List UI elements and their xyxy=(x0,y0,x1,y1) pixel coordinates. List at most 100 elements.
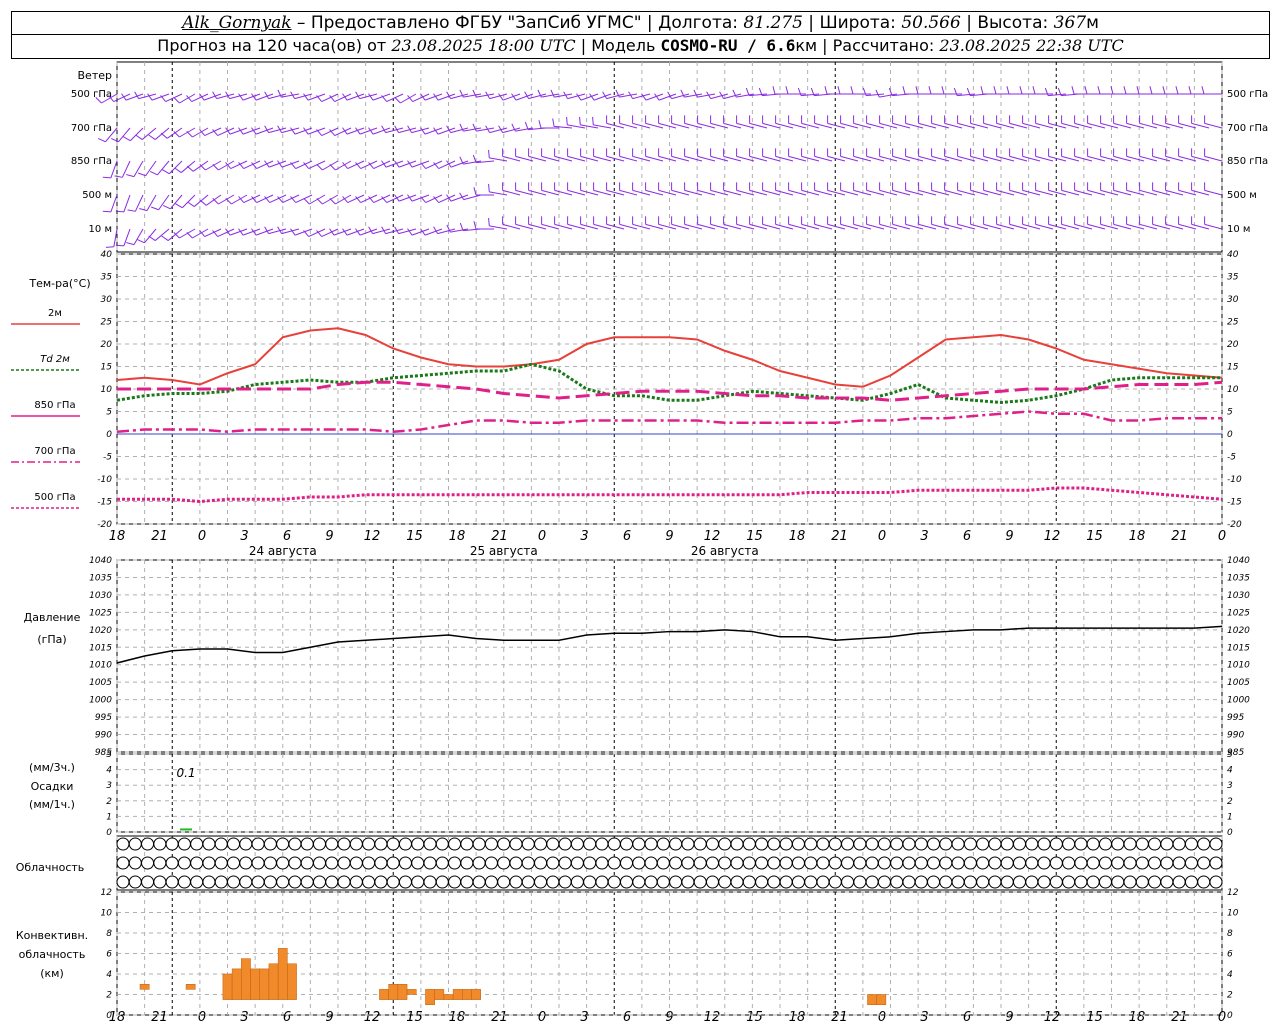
cloud-symbol xyxy=(1000,856,1014,870)
pressure-tick-left: 1035 xyxy=(89,573,112,583)
cloud-symbol xyxy=(1086,856,1100,870)
cloud-symbol xyxy=(386,875,400,889)
conv-bar xyxy=(268,963,279,1000)
wind-barb xyxy=(334,127,352,137)
time-tick-bottom: 0 xyxy=(538,1010,546,1024)
cloud-symbol xyxy=(951,875,965,889)
conv-bar xyxy=(231,968,242,1000)
cloud-symbol xyxy=(128,856,142,870)
cloud-symbol xyxy=(927,875,941,889)
temp-tick-left: 5 xyxy=(106,408,112,418)
cloud-symbol xyxy=(607,856,621,870)
cloud-symbol xyxy=(153,856,167,870)
conv-bar xyxy=(250,968,260,1000)
wind-barb-flag xyxy=(238,93,244,101)
cloud-symbol xyxy=(128,875,142,889)
conv-label-2: облачность xyxy=(19,948,86,961)
cloud-symbol xyxy=(570,875,584,889)
cloud-symbol xyxy=(312,875,326,889)
cloud-symbol xyxy=(546,875,560,889)
conv-bar xyxy=(388,984,399,1000)
temp-tick-right: 20 xyxy=(1227,340,1239,350)
time-tick: 12 xyxy=(704,529,721,544)
cloud-symbol xyxy=(398,837,412,851)
cloud-symbol xyxy=(583,856,597,870)
wind-barb xyxy=(217,228,235,238)
wind-barb-flag xyxy=(745,87,750,96)
cloud-symbol xyxy=(1062,856,1076,870)
cloud-symbol xyxy=(165,837,179,851)
cloud-symbol xyxy=(509,837,523,851)
cloud-symbol xyxy=(988,856,1002,870)
precip-tick-right: 4 xyxy=(1227,766,1233,776)
temp-tick-left: 0 xyxy=(106,430,112,440)
cloud-symbol xyxy=(1025,837,1039,851)
wind-barb-flag xyxy=(1123,86,1127,95)
cloud-symbol xyxy=(816,837,830,851)
cloud-symbol xyxy=(1098,837,1112,851)
conv-tick-right: 10 xyxy=(1227,909,1239,919)
pressure-tick-left: 995 xyxy=(95,713,112,723)
temp-tick-right: -15 xyxy=(1227,498,1242,508)
cloud-symbol xyxy=(656,856,670,870)
pressure-title: Давление xyxy=(24,611,81,624)
temp-tick-left: 25 xyxy=(101,318,113,328)
precip-tick-left: 5 xyxy=(106,750,112,760)
conv-bar xyxy=(434,989,445,1000)
cloud-symbol xyxy=(349,837,363,851)
cloud-symbol xyxy=(890,856,904,870)
cloud-symbol xyxy=(190,875,204,889)
wind-barb-flag xyxy=(1084,86,1088,95)
wind-barb-flag xyxy=(186,165,194,172)
cloud-symbol xyxy=(116,856,130,870)
cloud-symbol xyxy=(1074,875,1088,889)
precip-tick-right: 0 xyxy=(1227,828,1233,838)
time-tick-bottom: 18 xyxy=(789,1010,806,1024)
precip-tick-right: 5 xyxy=(1227,750,1233,760)
conv-bar xyxy=(241,958,251,1000)
cloud-symbol xyxy=(128,837,142,851)
time-tick-bottom: 3 xyxy=(580,1010,588,1024)
wind-barb xyxy=(438,194,456,204)
wind-level-right: 850 гПа xyxy=(1227,156,1268,167)
cloud-symbol xyxy=(632,875,646,889)
time-tick-bottom: 0 xyxy=(198,1010,206,1024)
cloud-symbol xyxy=(693,837,707,851)
time-tick-bottom: 6 xyxy=(963,1010,971,1024)
conv-bar xyxy=(185,984,196,990)
cloud-symbol xyxy=(423,837,437,851)
cloud-symbol xyxy=(423,856,437,870)
time-tick: 3 xyxy=(580,529,588,544)
wind-barb-flag xyxy=(1175,86,1179,95)
wind-barb xyxy=(243,160,261,170)
cloud-symbol xyxy=(902,875,916,889)
cloud-symbol xyxy=(460,837,474,851)
cloud-symbol xyxy=(718,875,732,889)
wind-barb-flag xyxy=(524,91,530,99)
cloud-symbol xyxy=(214,875,228,889)
cloud-symbol xyxy=(214,856,228,870)
time-tick: 3 xyxy=(920,529,928,544)
cloud-symbol xyxy=(497,875,511,889)
cloud-symbol xyxy=(325,856,339,870)
precip-label-3: (мм/1ч.) xyxy=(29,798,75,811)
wind-barb-flag xyxy=(175,203,183,209)
cloud-symbol xyxy=(730,875,744,889)
time-tick: 0 xyxy=(198,529,206,544)
temp-tick-left: -10 xyxy=(97,475,112,485)
wind-barb xyxy=(347,194,365,204)
time-tick-bottom: 3 xyxy=(240,1010,248,1024)
cloud-symbol xyxy=(791,875,805,889)
wind-barb-flag xyxy=(174,167,182,173)
conv-tick-left: 8 xyxy=(106,929,112,939)
cloud-symbol xyxy=(669,856,683,870)
cloud-symbol xyxy=(902,856,916,870)
cloud-symbol xyxy=(177,837,191,851)
wind-barb-flag xyxy=(199,199,207,206)
cloud-symbol xyxy=(767,875,781,889)
conv-tick-left: 6 xyxy=(106,950,112,960)
wind-barb-flag xyxy=(381,160,387,168)
wind-barb-flag xyxy=(126,174,135,178)
cloud-symbol xyxy=(816,875,830,889)
cloud-symbol xyxy=(816,856,830,870)
